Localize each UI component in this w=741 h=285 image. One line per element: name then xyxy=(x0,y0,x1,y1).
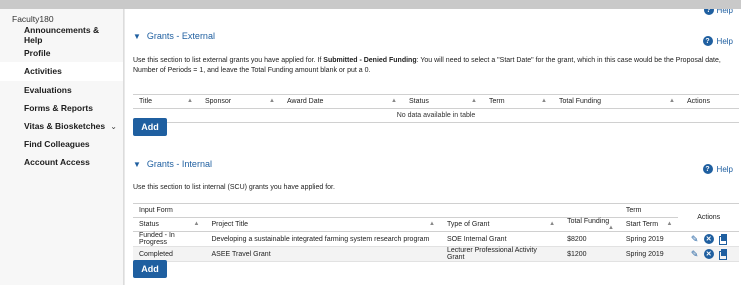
collapse-triangle-icon: ▼ xyxy=(133,159,141,169)
add-external-grant-button[interactable]: Add xyxy=(133,118,167,136)
sort-icon: ▲ xyxy=(666,221,673,227)
sidebar-item-find-colleagues[interactable]: Find Colleagues xyxy=(0,135,123,153)
x-circle-icon[interactable]: ✕ xyxy=(703,234,714,244)
sidebar-item-label: Forms & Reports xyxy=(24,102,93,113)
internal-description: Use this section to list internal (SCU) … xyxy=(133,184,335,191)
column-header-total-funding[interactable]: Total Funding ▲ xyxy=(553,94,681,109)
help-link-internal[interactable]: ? Help xyxy=(702,164,733,174)
sidebar-item-label: Vitas & Biosketches xyxy=(24,121,106,132)
help-link-top[interactable]: ? Help xyxy=(703,9,733,15)
column-header-total-funding[interactable]: Total Funding ▲ xyxy=(561,217,620,232)
sidebar-item-account-access[interactable]: Account Access xyxy=(0,153,123,171)
sort-icon: ▲ xyxy=(549,221,556,227)
column-header-project-title[interactable]: Project Title ▲ xyxy=(205,217,441,232)
cell-project-title: ASEE Travel Grant xyxy=(205,246,441,262)
external-description: Use this section to list external grants… xyxy=(133,56,739,76)
brand-label: Faculty180 xyxy=(12,14,54,24)
question-circle-icon: ? xyxy=(702,36,713,46)
column-header-sponsor[interactable]: Sponsor ▲ xyxy=(199,94,281,109)
help-label: Help xyxy=(716,164,733,174)
sort-icon: ▲ xyxy=(429,221,435,227)
x-circle-icon[interactable]: ✕ xyxy=(703,249,714,259)
column-header-award-date[interactable]: Award Date ▲ xyxy=(281,94,403,109)
sort-icon: ▲ xyxy=(669,98,675,104)
main-content: ? Help ▼ Grants - External ? Help Use th… xyxy=(125,9,741,285)
group-header-term: Term xyxy=(619,203,679,218)
sidebar-item-vitas-biosketches[interactable]: Vitas & Biosketches ⌄ xyxy=(0,117,123,135)
sort-icon: ▲ xyxy=(269,98,275,104)
sidebar-item-label: Profile xyxy=(24,48,51,59)
cell-total-funding: $8200 xyxy=(561,231,620,247)
column-header-title[interactable]: Title ▲ xyxy=(133,94,199,109)
sidebar: Faculty180 Announcements & Help Profile … xyxy=(0,9,124,285)
section-header-external[interactable]: ▼ Grants - External xyxy=(133,31,215,41)
copy-icon[interactable] xyxy=(718,234,728,245)
sidebar-item-label: Evaluations xyxy=(24,84,72,95)
help-label: Help xyxy=(716,9,733,15)
cell-start-term: Spring 2019 xyxy=(619,246,679,262)
sidebar-item-label: Activities xyxy=(24,66,62,77)
top-bar xyxy=(0,0,741,9)
section-title: Grants - External xyxy=(146,31,215,41)
add-internal-grant-button[interactable]: Add xyxy=(133,260,167,278)
empty-table-message: No data available in table xyxy=(133,108,739,123)
help-label: Help xyxy=(716,36,733,46)
pencil-icon[interactable]: ✎ xyxy=(690,249,700,259)
cell-project-title: Developing a sustainable integrated farm… xyxy=(205,231,441,247)
sidebar-item-label: Account Access xyxy=(24,157,90,168)
external-grants-table: Title ▲ Sponsor ▲ Award Date ▲ Status ▲ Term… xyxy=(133,94,739,123)
column-header-type-of-grant[interactable]: Type of Grant ▲ xyxy=(440,217,562,232)
cell-total-funding: $1200 xyxy=(561,246,620,262)
sort-icon: ▲ xyxy=(541,98,547,104)
sidebar-item-label: Find Colleagues xyxy=(24,139,90,150)
cell-type-of-grant: SOE Internal Grant xyxy=(440,231,562,247)
collapse-triangle-icon: ▼ xyxy=(133,31,141,41)
table-row[interactable]: Funded - In Progress Developing a sustai… xyxy=(133,231,739,247)
cell-start-term: Spring 2019 xyxy=(619,231,679,247)
table-row[interactable]: Completed ASEE Travel Grant Lecturer Pro… xyxy=(133,246,739,262)
column-header-start-term[interactable]: Start Term ▲ xyxy=(619,217,679,232)
copy-icon[interactable] xyxy=(718,249,728,260)
sidebar-item-evaluations[interactable]: Evaluations xyxy=(0,81,123,99)
column-header-actions: Actions xyxy=(681,94,739,109)
sidebar-item-profile[interactable]: Profile xyxy=(0,44,123,62)
sidebar-item-label: Announcements & Help xyxy=(24,25,100,46)
section-title: Grants - Internal xyxy=(146,159,212,169)
question-circle-icon: ? xyxy=(702,164,713,174)
internal-grants-table: Input Form Term Actions Status ▲ Project … xyxy=(133,203,739,262)
cell-type-of-grant: Lecturer Professional Activity Grant xyxy=(440,246,562,262)
description-bold-text: Submitted - Denied Funding xyxy=(323,57,417,64)
sidebar-item-activities[interactable]: Activities xyxy=(0,62,123,81)
row-actions: ✎ ✕ xyxy=(678,246,739,262)
pencil-icon[interactable]: ✎ xyxy=(690,234,700,244)
sort-icon: ▲ xyxy=(187,98,193,104)
sort-icon: ▲ xyxy=(607,225,614,231)
question-circle-icon: ? xyxy=(703,9,714,15)
section-header-internal[interactable]: ▼ Grants - Internal xyxy=(133,159,212,169)
row-actions: ✎ ✕ xyxy=(678,231,739,247)
help-link-external[interactable]: ? Help xyxy=(702,36,733,46)
sidebar-item-announcements-help[interactable]: Announcements & Help xyxy=(0,25,123,46)
description-text: Use this section to list external grants… xyxy=(133,57,324,64)
cell-status: Funded - In Progress xyxy=(133,231,206,247)
column-header-actions: Actions xyxy=(678,203,739,232)
group-header-input-form: Input Form xyxy=(133,203,620,218)
chevron-down-icon[interactable]: ⌄ xyxy=(110,122,117,131)
sort-icon: ▲ xyxy=(193,221,200,227)
column-header-status[interactable]: Status ▲ xyxy=(403,94,483,109)
column-header-status[interactable]: Status ▲ xyxy=(133,217,206,232)
sort-icon: ▲ xyxy=(471,98,477,104)
column-header-term[interactable]: Term ▲ xyxy=(483,94,553,109)
sort-icon: ▲ xyxy=(391,98,397,104)
sidebar-item-forms-reports[interactable]: Forms & Reports xyxy=(0,99,123,117)
